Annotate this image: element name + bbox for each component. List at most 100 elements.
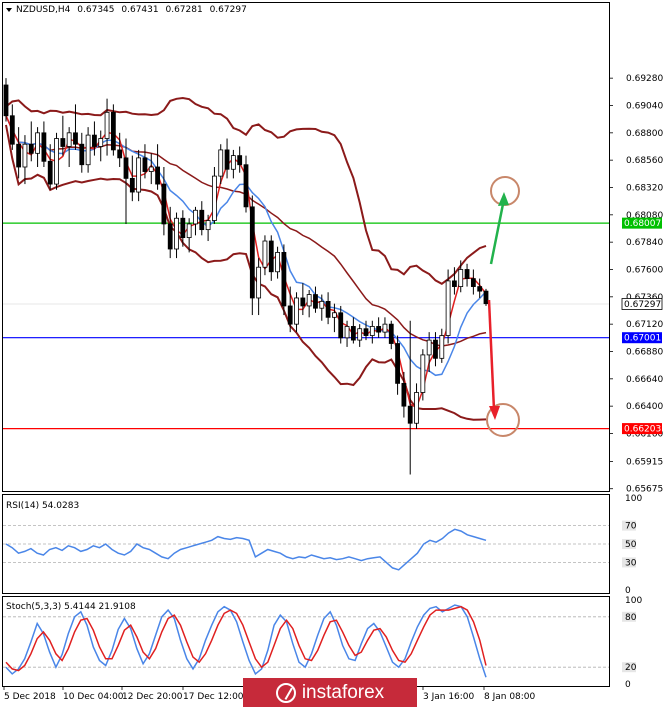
candle-body	[41, 132, 47, 162]
oscillator-tick-label: 20	[625, 663, 637, 673]
stoch-main-line	[5, 604, 487, 678]
candle-body	[117, 149, 123, 159]
price-tick-label: 0.68800	[626, 129, 663, 139]
candle-body	[193, 209, 198, 225]
candle-body	[142, 157, 148, 172]
stoch-signal-line	[5, 605, 487, 672]
candle-body	[369, 326, 375, 336]
oscillator-tick-label: 100	[625, 596, 642, 606]
oscillator-tick-label: 30	[625, 558, 637, 568]
candle-body	[420, 354, 426, 393]
candle-body	[16, 143, 22, 168]
candle-body	[426, 339, 432, 356]
candle-body	[47, 160, 53, 185]
current-price-label: 0.67297	[621, 298, 663, 310]
candle-body	[414, 392, 419, 424]
candle-body	[155, 166, 160, 185]
time-tick-label: 17 Dec 12:00	[183, 692, 244, 702]
price-tick-label: 0.69040	[626, 101, 663, 111]
candle-body	[325, 300, 331, 318]
dropdown-triangle-icon[interactable]	[6, 8, 12, 12]
candle-body	[382, 323, 388, 333]
candle-body	[275, 252, 280, 273]
stoch-label: Stoch(5,3,3) 5.4144 21.9108	[6, 602, 136, 612]
price-header: NZDUSD,H4 0.67345 0.67431 0.67281 0.6729…	[16, 5, 247, 15]
red-down-arrow	[487, 299, 496, 411]
candle-body	[249, 206, 255, 299]
candle-body	[287, 305, 293, 325]
candle-body	[28, 143, 34, 154]
candle-body	[344, 326, 350, 339]
candle-body	[268, 240, 274, 273]
candle-body	[363, 328, 369, 336]
candle-body	[376, 326, 382, 333]
stoch-axis: 100 80 20 0	[622, 596, 642, 690]
candle-body	[110, 111, 116, 151]
instaforex-logo-icon	[275, 682, 296, 703]
candle-body	[395, 343, 400, 384]
green-up-arrow	[489, 198, 506, 265]
candle-body	[9, 115, 15, 145]
candle-body	[262, 240, 268, 268]
time-tick-label: 12 Dec 20:00	[122, 692, 183, 702]
candle-body	[66, 132, 72, 147]
level-label: 0.67001	[624, 334, 661, 344]
candle-body	[477, 286, 483, 292]
rsi-label: RSI(14) 54.0283	[6, 501, 79, 511]
candle-body	[224, 149, 230, 170]
candle-body	[60, 138, 66, 147]
level-label: 0.68007	[624, 219, 661, 229]
candle-body	[129, 177, 135, 193]
price-tick-label: 0.67840	[626, 238, 663, 248]
candle-body	[85, 134, 91, 166]
candle-body	[237, 155, 243, 166]
candle-body	[464, 269, 470, 280]
candle-body	[148, 166, 154, 172]
candle-body	[256, 266, 262, 299]
price-tick-label: 0.67120	[626, 320, 663, 330]
price-tick-label: 0.65915	[626, 457, 663, 467]
candle-body	[199, 209, 205, 231]
candle-body	[205, 220, 211, 231]
candle-body	[3, 84, 9, 117]
candle-body	[92, 134, 97, 147]
oscillator-tick-label: 70	[625, 522, 637, 532]
candle-body	[35, 132, 40, 154]
oscillator-tick-label: 0	[625, 680, 631, 690]
candle-body	[212, 175, 217, 221]
chart-canvas: 0.69280 0.69040 0.68800 0.68560 0.68320 0.680…	[2, 2, 663, 702]
level-label: 0.66203	[624, 425, 661, 435]
candle-body	[294, 297, 299, 325]
oscillator-tick-label: 0	[625, 586, 631, 596]
time-tick-label: 10 Dec 04:00	[63, 692, 124, 702]
rsi-axis: 100 70 50 30 0	[622, 494, 642, 596]
candle-body	[338, 312, 344, 339]
time-tick-label: 5 Dec 2018	[4, 692, 56, 702]
rsi-line	[5, 528, 487, 571]
candle-body	[79, 143, 85, 166]
candle-body	[401, 382, 407, 407]
bollinger-bands	[5, 96, 487, 421]
candle-body	[161, 183, 167, 225]
candle-body	[167, 223, 173, 250]
candle-body	[319, 300, 325, 309]
candle-body	[186, 223, 192, 239]
candle-body	[350, 326, 356, 341]
price-tick-label: 0.67600	[626, 265, 663, 275]
candle-body	[458, 269, 464, 287]
candle-body	[230, 155, 236, 170]
candles	[3, 78, 489, 475]
time-tick-label: 8 Jan 08:00	[484, 692, 536, 702]
red-arrowhead	[489, 406, 500, 420]
price-tick-label: 0.68560	[626, 156, 663, 166]
candle-body	[357, 328, 363, 341]
candle-body	[300, 297, 306, 307]
candle-body	[306, 294, 312, 307]
candle-body	[452, 280, 457, 287]
candle-body	[22, 143, 28, 168]
candle-body	[439, 335, 445, 359]
candle-body	[123, 157, 129, 179]
candle-body	[174, 217, 179, 250]
candle-body	[98, 138, 104, 147]
svg-text:0.67297: 0.67297	[624, 300, 661, 310]
